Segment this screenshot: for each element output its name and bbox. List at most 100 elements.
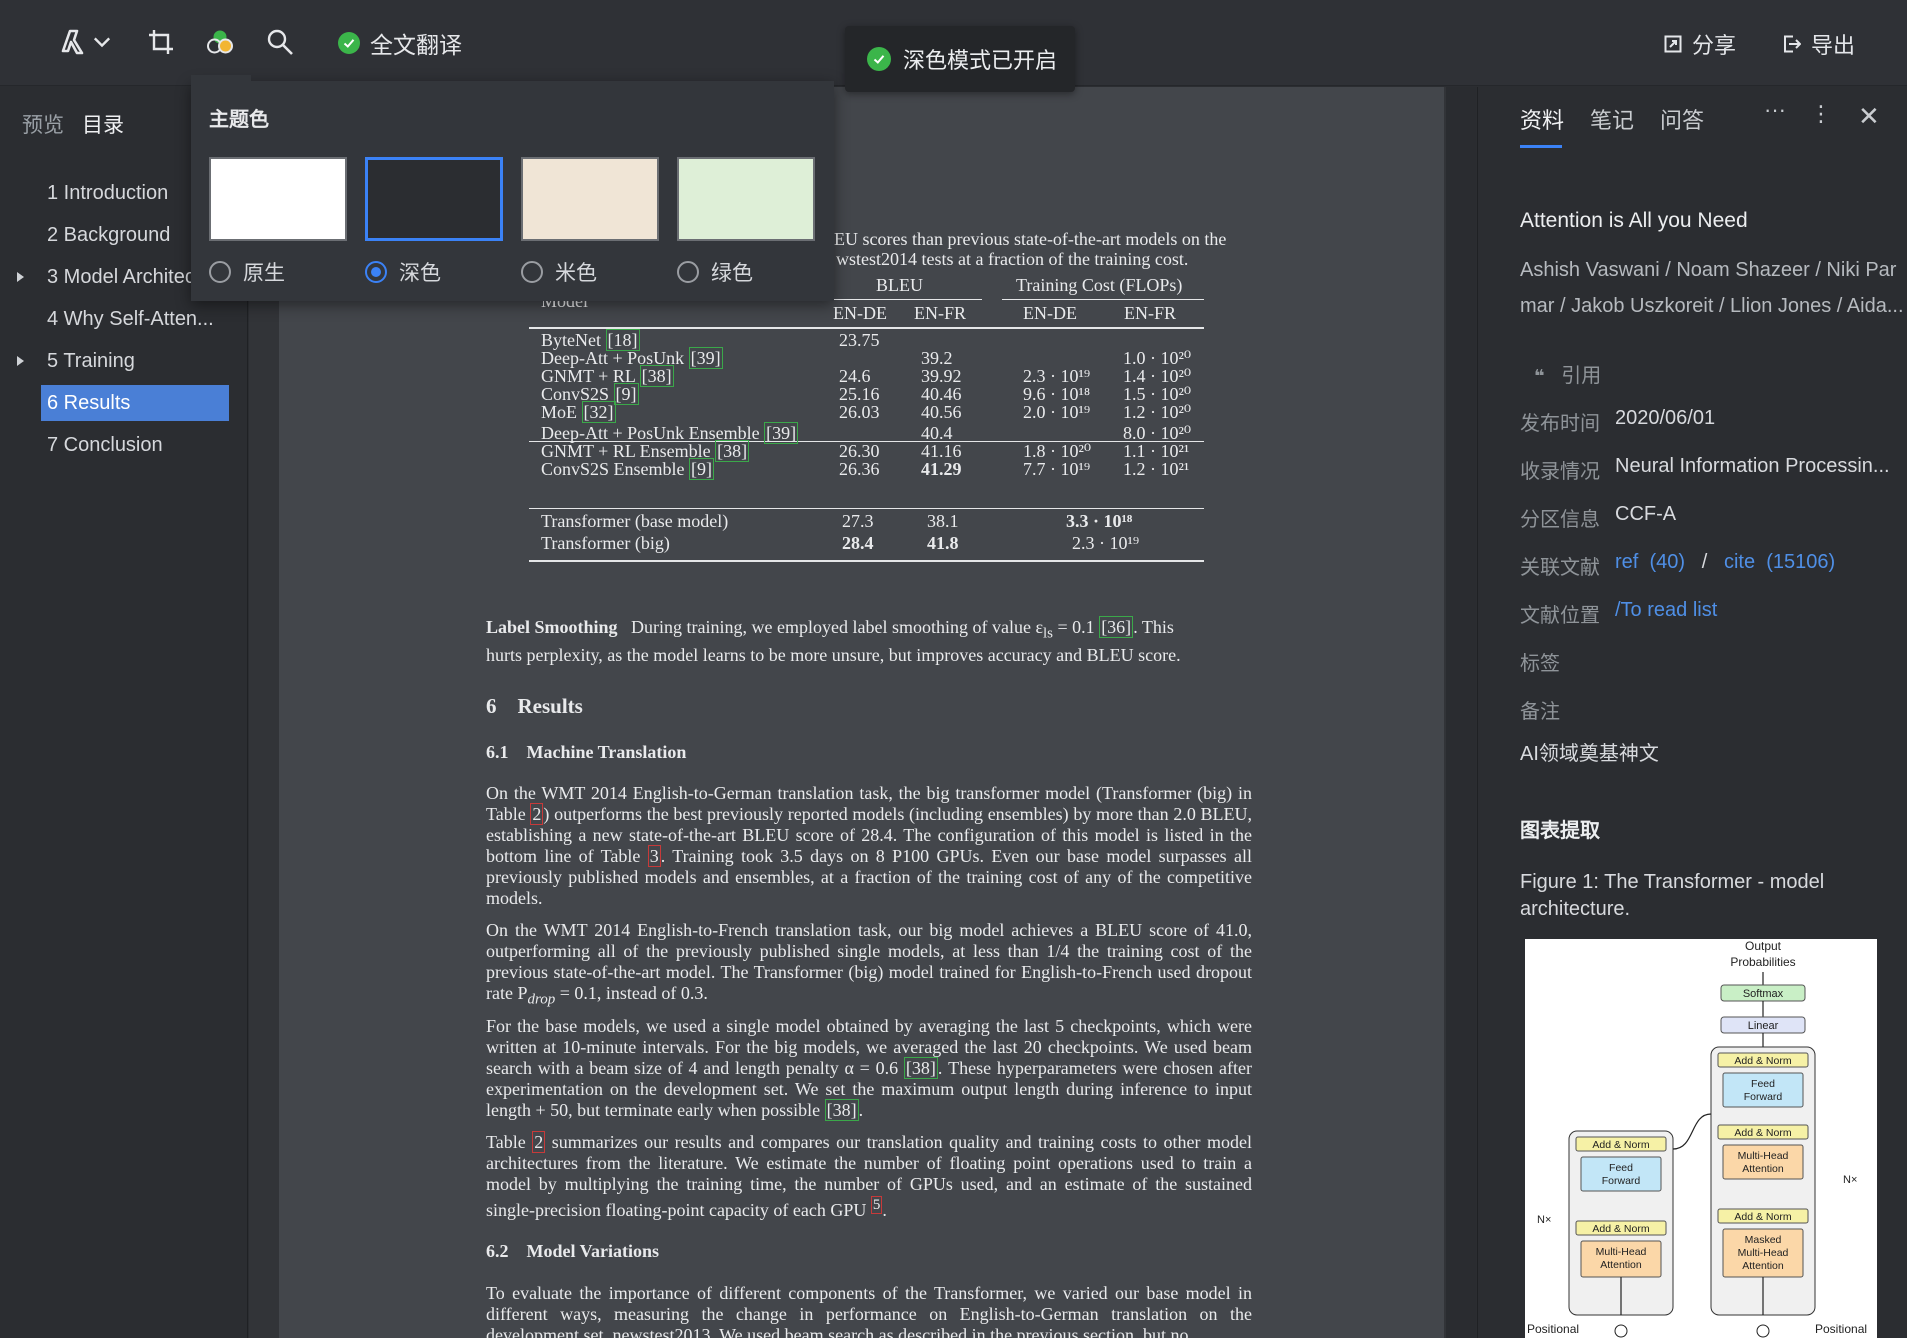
table-link[interactable]: 3 [647,845,661,867]
location-link[interactable]: /To read list [1615,599,1717,622]
info-panel: 资料 笔记 问答 ··· ⋮ ✕ Attention is All you Ne… [1477,87,1907,1338]
tab-notes[interactable]: 笔记 [1590,103,1634,135]
citation-link[interactable]: [38] [824,1099,859,1121]
table-link[interactable]: 2 [532,1131,546,1153]
ref-count[interactable]: (40) [1649,551,1685,573]
export-icon [1784,35,1801,53]
table-header-bleu: BLEU [876,275,923,295]
notes-label: 备注 [1520,701,1560,723]
paragraph: On the WMT 2014 English-to-German transl… [486,783,1252,909]
table-rule [529,508,1204,509]
table-caption-line: EU scores than previous state-of-the-art… [834,229,1227,249]
tab-info[interactable]: 资料 [1520,103,1564,148]
theme-swatch-native[interactable] [209,157,347,241]
table-value-cell: 3.3 · 10¹⁸ [1066,511,1133,531]
model-name: ByteNet [541,330,606,350]
tab-qa[interactable]: 问答 [1660,103,1704,135]
masked-label: Masked [1745,1234,1782,1246]
tags-label: 标签 [1520,653,1560,675]
table-value-cell: 26.36 [839,459,880,479]
theme-swatch-dark[interactable] [365,157,503,241]
table-caption-line: wstest2014 tests at a fraction of the tr… [836,249,1189,269]
toc-item-label: 2 Background [47,224,171,246]
citation-link[interactable]: [9] [613,383,639,405]
table-value-cell: 28.4 [842,533,874,553]
close-icon[interactable]: ✕ [1858,101,1880,132]
share-button[interactable]: 分享 [1664,28,1736,60]
citation-link[interactable]: [32] [581,401,616,423]
attention-label: Attention [1742,1260,1784,1272]
table-value-cell: 41.29 [921,459,962,479]
toc-item[interactable]: 7 Conclusion [0,427,248,463]
toc-item[interactable]: 6 Results [41,385,229,421]
radio-button[interactable] [365,261,387,283]
zone-label: 分区信息 [1520,509,1600,531]
cite-link[interactable]: cite [1724,551,1755,573]
table-value-cell: 27.3 [842,511,874,531]
share-label: 分享 [1692,33,1737,58]
model-name: MoE [541,402,582,422]
theme-option-green[interactable]: 绿色 [677,257,753,287]
radio-button[interactable] [677,261,699,283]
theme-popup-title: 主题色 [209,109,269,131]
more-tabs-icon[interactable]: ··· [1764,97,1786,123]
popup-pointer [191,75,251,83]
citation-link[interactable]: [36] [1099,616,1134,638]
citation-link[interactable]: [38] [903,1057,938,1079]
citation-link[interactable]: [39] [764,422,799,444]
expand-arrow-icon[interactable] [17,272,24,282]
add-norm-label: Add & Norm [1734,1055,1791,1067]
transformer-diagram: Output Probabilities Softmax Linear Add … [1527,939,1867,1338]
crop-icon[interactable] [141,22,181,62]
theme-swatch-beige[interactable] [521,157,659,241]
document-scrollbar[interactable] [1446,87,1476,1338]
subsection-heading-mt: 6.1 Machine Translation [486,742,686,763]
multi-head-label: Multi-Head [1596,1246,1647,1258]
toc-item[interactable]: 4 Why Self-Atten... [0,301,248,337]
export-button[interactable]: 导出 [1783,28,1855,60]
cite-count[interactable]: (15106) [1766,551,1835,573]
toc-item[interactable]: 5 Training [0,343,248,379]
theme-option-native[interactable]: 原生 [209,257,285,287]
text-run: During training, we employed label smoot… [631,617,1044,637]
tab-preview[interactable]: 预览 [22,109,64,139]
expand-arrow-icon[interactable] [17,356,24,366]
tab-toc[interactable]: 目录 [82,109,124,139]
search-icon[interactable] [260,22,300,62]
citation-link[interactable]: [38] [639,365,674,387]
radio-button[interactable] [209,261,231,283]
app-logo-icon[interactable] [52,22,92,62]
table-value-cell: 41.8 [927,533,959,553]
table-link[interactable]: 2 [530,803,544,825]
theme-swatch-green[interactable] [677,157,815,241]
citation-link[interactable]: [38] [715,440,750,462]
full-translate-button[interactable]: 全文翻译 [338,26,462,60]
table-subheader: EN-DE [833,303,887,323]
results-table: Model BLEU Training Cost (FLOPs) EN-DE E… [529,273,1204,653]
citation-link[interactable]: [9] [689,458,715,480]
output-label: Probabilities [1730,955,1795,969]
theme-option-beige[interactable]: 米色 [521,257,597,287]
theme-option-label: 米色 [555,262,597,285]
paper-authors: Ashish Vaswani / Noam Shazeer / Niki Par [1520,259,1897,281]
ref-link[interactable]: ref [1615,551,1638,573]
citation-link[interactable]: [39] [688,347,723,369]
cite-button[interactable]: ❝ 引用 [1534,359,1601,388]
table-value-cell: 7.7 · 10¹⁹ [1023,459,1091,479]
theme-option-label: 原生 [243,262,285,285]
notes-value: AI领域奠基神文 [1520,743,1659,765]
kebab-menu-icon[interactable]: ⋮ [1810,101,1832,127]
section-title: Model Variations [526,1241,660,1261]
figure-thumbnail[interactable]: Output Probabilities Softmax Linear Add … [1525,939,1877,1338]
theme-color-icon[interactable] [200,22,240,62]
theme-option-dark[interactable]: 深色 [365,257,441,287]
positional-label: Positional [1527,1322,1579,1336]
table-model-cell: ConvS2S Ensemble [9] [541,458,715,480]
paragraph: To evaluate the importance of different … [486,1283,1252,1338]
radio-button[interactable] [521,261,543,283]
text-run: = 0.1 [1053,617,1100,637]
chevron-down-icon[interactable] [90,22,114,62]
export-label: 导出 [1811,33,1856,58]
footnote-link[interactable]: 5 [870,1196,883,1214]
text-run: hurts perplexity, as the model learns to… [486,644,1181,665]
